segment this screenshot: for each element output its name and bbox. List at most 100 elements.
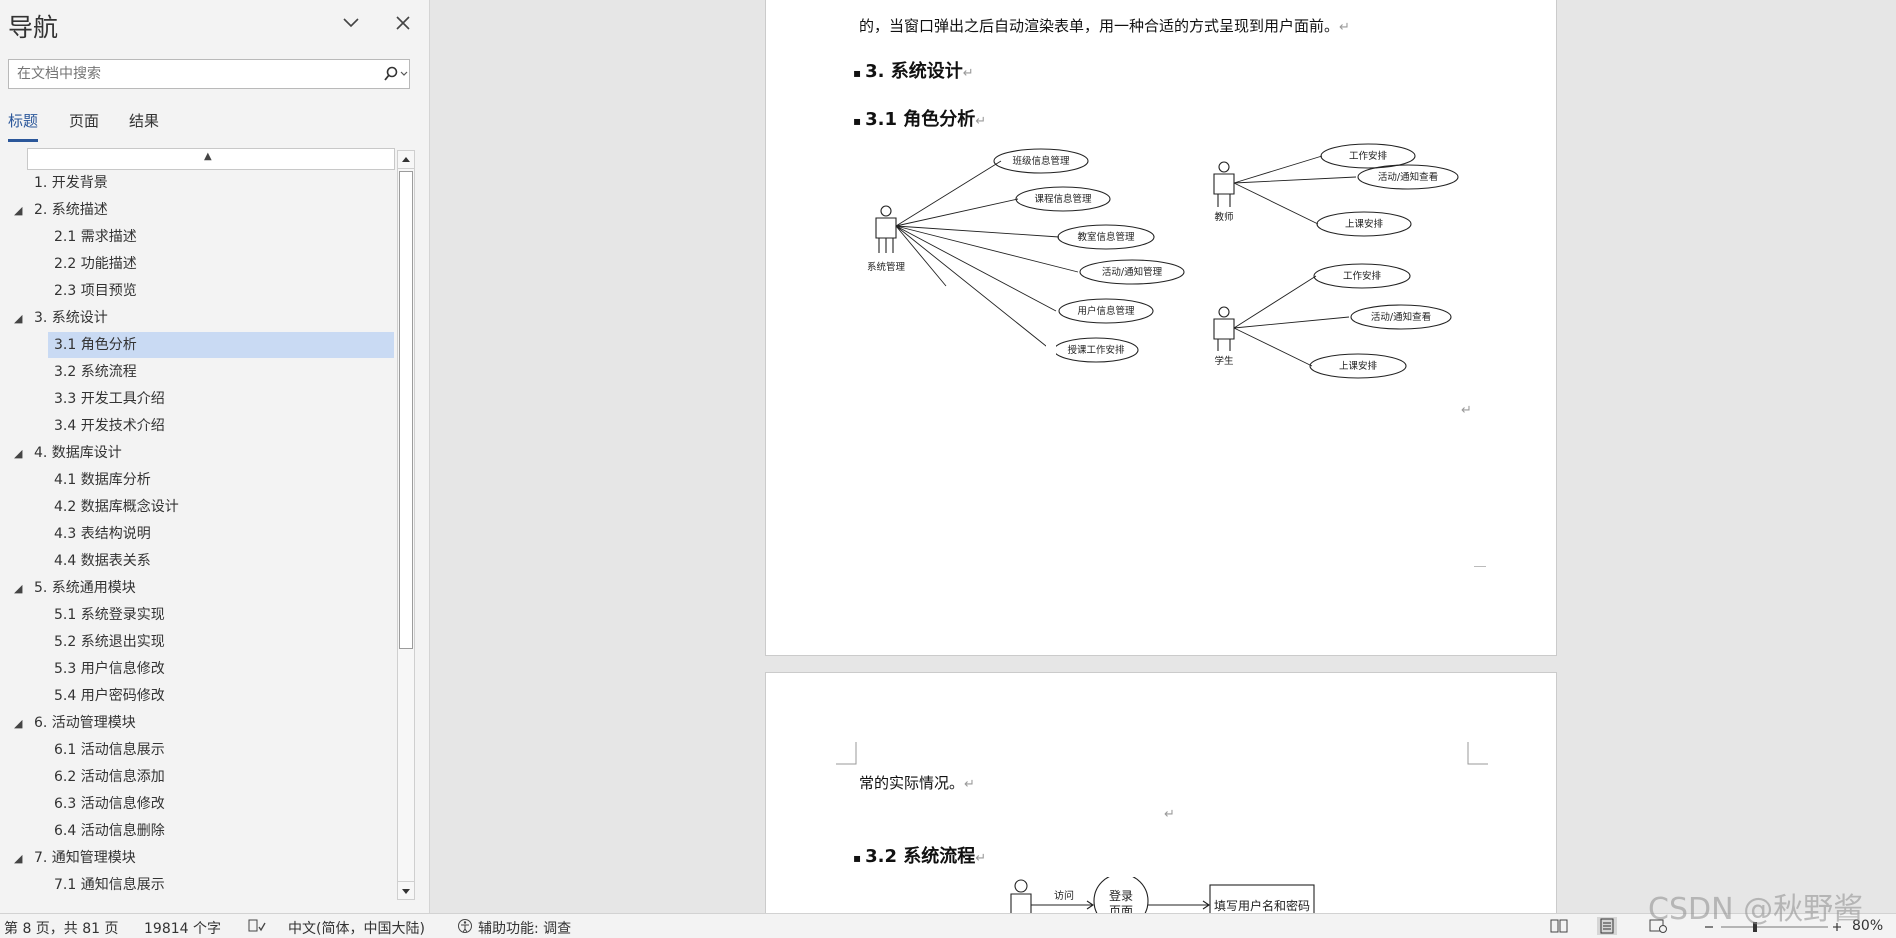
use-case-label: 课程信息管理 <box>1034 193 1092 205</box>
expand-triangle-icon[interactable]: ◢ <box>14 441 34 467</box>
scrollbar-thumb[interactable] <box>399 171 413 649</box>
print-layout-icon[interactable] <box>1597 917 1617 935</box>
paragraph-mark: ↵ <box>1164 807 1175 822</box>
outline-item[interactable]: 4.3 表结构说明 <box>48 521 394 547</box>
heading-3-2: ▪ 3.2 系统流程↵ <box>853 846 987 867</box>
body-text: 的，当窗口弹出之后自动渲染表单，用一种合适的方式呈现到用户面前。↵ <box>859 17 1350 35</box>
outline-item-label: 3.3 开发工具介绍 <box>54 391 165 407</box>
outline-item-label: 4.2 数据库概念设计 <box>54 499 179 515</box>
outline-item[interactable]: 4.4 数据表关系 <box>48 548 394 574</box>
outline-list: ▲ ◢1. 开发背景◢2. 系统描述2.1 需求描述2.2 功能描述2.3 项目… <box>0 148 396 900</box>
word-count[interactable]: 19814 个字 <box>144 918 221 938</box>
outline-item[interactable]: 7.1 通知信息展示 <box>48 872 394 898</box>
scroll-up-icon[interactable] <box>398 151 414 169</box>
accessibility-status[interactable]: 辅助功能: 调查 <box>478 918 571 938</box>
tab-headings[interactable]: 标题 <box>8 110 39 142</box>
outline-item[interactable]: 3.4 开发技术介绍 <box>48 413 394 439</box>
use-case-label: 工作安排 <box>1349 150 1388 162</box>
outline-item[interactable]: 4.1 数据库分析 <box>48 467 394 493</box>
body-text: 常的实际情况。↵ <box>859 774 975 792</box>
actor-label: 教师 <box>1214 211 1233 223</box>
outline-item[interactable]: ◢ 2. 系统描述 <box>14 197 396 223</box>
read-mode-icon[interactable] <box>1549 917 1569 935</box>
outline-item[interactable]: 2.2 功能描述 <box>48 251 394 277</box>
use-case-label: 活动/通知查看 <box>1378 171 1438 183</box>
watermark: CSDN @秋野酱 <box>1648 892 1864 927</box>
use-case-label: 工作安排 <box>1343 270 1382 282</box>
outline-item-label: 2. 系统描述 <box>34 202 108 218</box>
search-input[interactable] <box>9 60 369 88</box>
outline-item-label: 3.4 开发技术介绍 <box>54 418 165 434</box>
document-page[interactable]: 常的实际情况。↵ ↵ ▪ 3.2 系统流程↵ 访问 登录 页面 填写用户名和密码 <box>765 672 1557 913</box>
outline-item[interactable]: 5.3 用户信息修改 <box>48 656 394 682</box>
outline-item-label: 6. 活动管理模块 <box>34 715 136 731</box>
actor-admin-icon <box>875 205 897 253</box>
outline-item[interactable]: ◢ 4. 数据库设计 <box>14 440 396 466</box>
outline-item[interactable]: 2.3 项目预览 <box>48 278 394 304</box>
outline-item[interactable]: 5.2 系统退出实现 <box>48 629 394 655</box>
outline-item-label: 5. 系统通用模块 <box>34 580 136 596</box>
outline-item-label: 3.2 系统流程 <box>54 364 137 380</box>
outline-item[interactable]: 5.1 系统登录实现 <box>48 602 394 628</box>
close-icon[interactable] <box>390 10 416 36</box>
nav-options-chevron-down-icon[interactable] <box>338 10 364 36</box>
accessibility-icon[interactable] <box>456 918 474 938</box>
outline-item[interactable]: 2.1 需求描述 <box>48 224 394 250</box>
outline-item[interactable]: ◢ 3. 系统设计 <box>14 305 396 331</box>
outline-item[interactable]: ◢ 5. 系统通用模块 <box>14 575 396 601</box>
outline-item-label: 6.4 活动信息删除 <box>54 823 165 839</box>
outline-item[interactable]: ◢1. 开发背景 <box>14 170 396 196</box>
outline-item-label: 2.3 项目预览 <box>54 283 137 299</box>
collapse-up-icon: ▲ <box>204 151 212 162</box>
outline-item-label: 6.3 活动信息修改 <box>54 796 165 812</box>
heading-3: ▪ 3. 系统设计↵ <box>853 61 974 82</box>
outline-item-label: 5.1 系统登录实现 <box>54 607 165 623</box>
actor-label: 学生 <box>1214 355 1234 367</box>
outline-item-label: 7.1 通知信息展示 <box>54 877 165 893</box>
proofing-icon[interactable] <box>248 918 266 938</box>
scroll-down-icon[interactable] <box>398 881 414 899</box>
use-case-label: 班级信息管理 <box>1012 155 1070 167</box>
tab-results[interactable]: 结果 <box>129 110 159 131</box>
outline-item[interactable]: 3.3 开发工具介绍 <box>48 386 394 412</box>
outline-item[interactable]: ◢ 7. 通知管理模块 <box>14 845 396 871</box>
outline-item[interactable]: 3.1 角色分析 <box>48 332 394 358</box>
expand-triangle-icon[interactable]: ◢ <box>14 576 34 602</box>
outline-item[interactable]: 5.4 用户密码修改 <box>48 683 394 709</box>
outline-item[interactable]: 4.2 数据库概念设计 <box>48 494 394 520</box>
document-page[interactable]: 的，当窗口弹出之后自动渲染表单，用一种合适的方式呈现到用户面前。↵ ▪ 3. 系统… <box>765 0 1557 656</box>
outline-item[interactable]: 6.3 活动信息修改 <box>48 791 394 817</box>
use-case-label: 上课安排 <box>1339 360 1378 372</box>
outline-item[interactable]: 6.2 活动信息添加 <box>48 764 394 790</box>
outline-item[interactable]: 3.2 系统流程 <box>48 359 394 385</box>
outline-item-label: 1. 开发背景 <box>34 175 108 191</box>
tab-pages[interactable]: 页面 <box>69 110 99 131</box>
search-box <box>8 59 410 89</box>
paragraph-mark: ↵ <box>1461 403 1472 418</box>
document-area[interactable]: 的，当窗口弹出之后自动渲染表单，用一种合适的方式呈现到用户面前。↵ ▪ 3. 系统… <box>431 0 1896 913</box>
use-case-label: 授课工作安排 <box>1067 344 1125 356</box>
actor-teacher-icon <box>1213 161 1235 207</box>
expand-triangle-icon[interactable]: ◢ <box>14 711 34 737</box>
page-count[interactable]: 第 8 页，共 81 页 <box>4 918 119 938</box>
expand-triangle-icon[interactable]: ◢ <box>14 846 34 872</box>
actor-student-icon <box>1213 306 1235 351</box>
outline-item[interactable]: 6.1 活动信息展示 <box>48 737 394 763</box>
outline-item[interactable]: ◢ 6. 活动管理模块 <box>14 710 396 736</box>
margin-mark <box>1474 566 1486 567</box>
use-case-label: 活动/通知查看 <box>1371 311 1431 323</box>
expand-triangle-icon[interactable]: ◢ <box>14 198 34 224</box>
use-case-diagram: 系统管理 班级信息管理 课程信息管理 教室信息管理 活动/通知管理 用户信息管理… <box>867 143 1459 379</box>
language[interactable]: 中文(简体，中国大陆) <box>288 918 425 938</box>
expand-triangle-icon[interactable]: ◢ <box>14 306 34 332</box>
outline-item[interactable]: 6.4 活动信息删除 <box>48 818 394 844</box>
use-case-label: 用户信息管理 <box>1077 305 1135 317</box>
outline-item-label: 7. 通知管理模块 <box>34 850 136 866</box>
outline-scrollbar[interactable] <box>397 150 415 900</box>
search-icon[interactable] <box>381 65 409 83</box>
outline-item-label: 2.2 功能描述 <box>54 256 137 272</box>
flow-node-label: 页面 <box>1109 904 1133 913</box>
collapse-all-button[interactable]: ▲ <box>27 148 395 170</box>
outline-item-label: 5.3 用户信息修改 <box>54 661 165 677</box>
outline-item-label: 3.1 角色分析 <box>54 337 137 353</box>
